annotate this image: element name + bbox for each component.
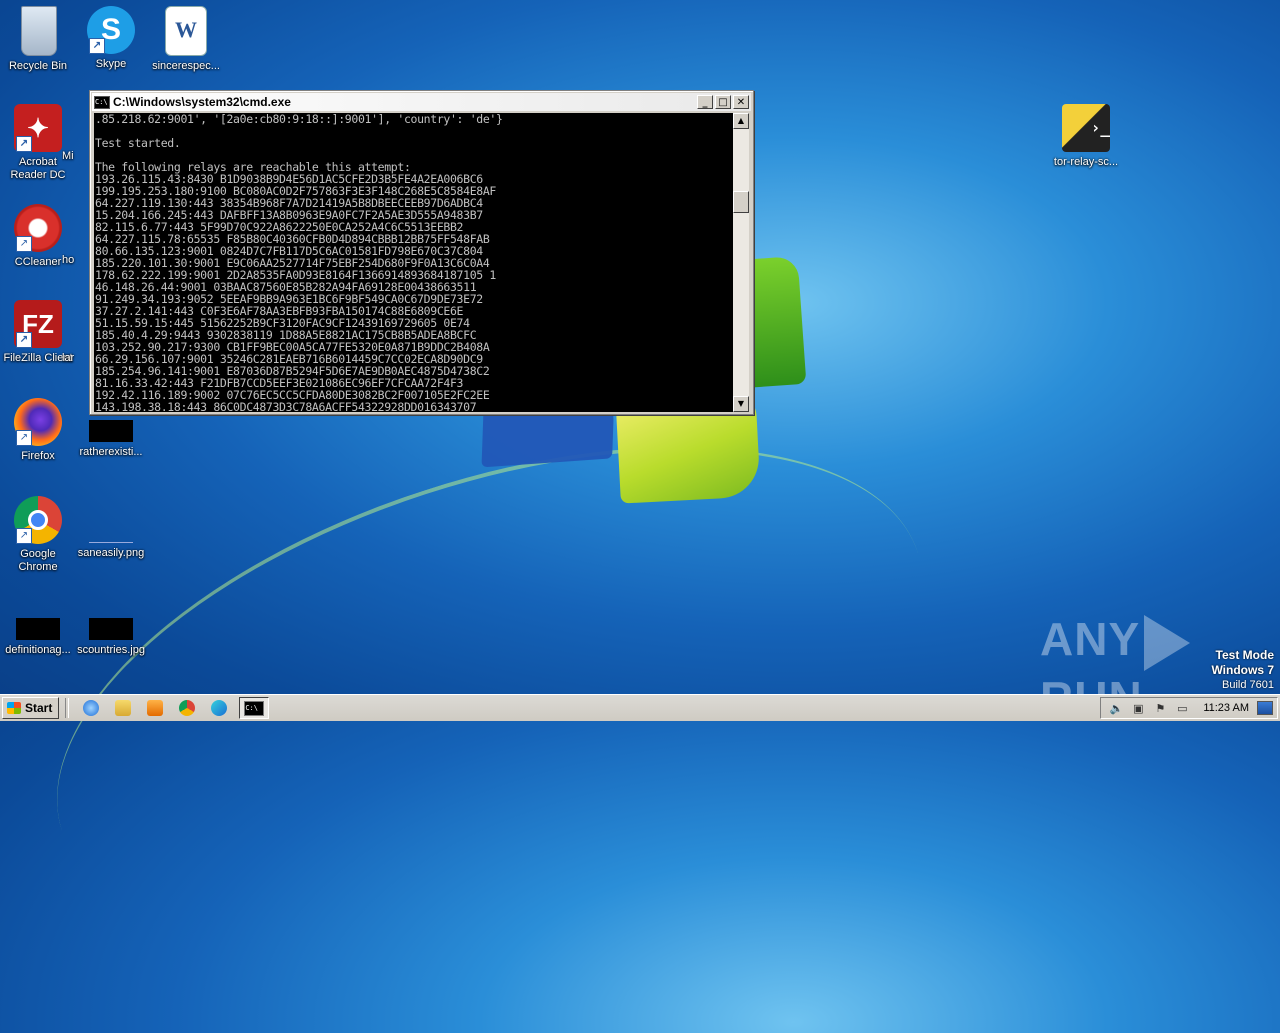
desktop-icon-label: sincerespec... [152,60,220,72]
explorer-icon[interactable] [112,697,134,719]
watermark-text-left: ANY [1040,613,1141,665]
build-line: Build 7601 [1222,679,1274,691]
desktop-icon-tor-relay-script[interactable]: ›_ tor-relay-sc... [1048,104,1124,169]
desktop-icon-saneasily[interactable]: saneasily.png [73,506,149,560]
desktop-icon-chrome[interactable]: ↗ Google Chrome [0,496,76,574]
close-button[interactable]: ✕ [733,95,749,109]
scroll-down-arrow-icon[interactable]: ▼ [733,396,749,412]
image-file-icon [16,618,60,640]
shortcut-arrow-icon: ↗ [16,332,32,348]
media-player-icon[interactable] [144,697,166,719]
desktop-icon-definitionag[interactable]: definitionag... [0,604,76,657]
desktop-icon-label: Firefox [21,450,55,462]
action-center-flag-icon[interactable]: ⚑ [1153,701,1167,715]
start-button[interactable]: Start [2,697,60,719]
cmd-app-icon: C:\ [94,95,110,109]
console-line: 143.198.38.18:443 86C0DC4873D3C78A6ACFF5… [95,400,477,412]
volume-icon[interactable]: 🔈 [1109,701,1123,715]
python-file-icon: ›_ [1062,104,1110,152]
skype-icon: S ↗ [87,6,135,54]
shortcut-arrow-icon: ↗ [16,528,32,544]
desktop-icon-label: saneasily.png [77,547,145,559]
shortcut-arrow-icon: ↗ [16,430,32,446]
image-file-icon [89,420,133,442]
chrome-icon: ↗ [14,496,62,544]
desktop-icon-label: scountries.jpg [77,644,145,656]
taskbar-separator [65,698,70,718]
taskbar: Start C:\ 🔈 ▣ ⚑ ▭ 11:23 AM [0,694,1280,721]
desktop-icon-label: definitionag... [5,644,71,656]
cmd-window[interactable]: C:\ C:\Windows\system32\cmd.exe _ □ ✕ .8… [89,90,754,415]
cmd-task-icon: C:\ [244,700,265,716]
word-document-icon: W [165,6,207,56]
shortcut-arrow-icon: ↗ [89,38,105,54]
image-file-icon [89,618,133,640]
edge-icon[interactable] [208,697,230,719]
windows-version-line: Windows 7 [1211,663,1274,677]
desktop-icon-label: Recycle Bin [8,60,68,72]
desktop-icon-firefox[interactable]: ↗ Firefox [0,398,76,463]
desktop-icon-partial-ho[interactable]: ho [62,254,88,267]
desktop-icon-acrobat[interactable]: ✦ ↗ Acrobat Reader DC [0,104,76,182]
cmd-task-button[interactable]: C:\ [239,697,270,719]
recycle-bin-icon [21,6,57,56]
cmd-titlebar[interactable]: C:\ C:\Windows\system32\cmd.exe _ □ ✕ [92,93,751,111]
console-line: Test started. [95,136,181,150]
scroll-up-arrow-icon[interactable]: ▲ [733,113,749,129]
desktop-icon-skype[interactable]: S ↗ Skype [73,6,149,71]
internet-explorer-icon[interactable] [80,697,102,719]
clock[interactable]: 11:23 AM [1203,702,1249,714]
filezilla-icon: FZ ↗ [14,300,62,348]
ccleaner-icon: ↗ [14,204,62,252]
minimize-button[interactable]: _ [697,95,713,109]
play-triangle-icon [1144,614,1191,671]
test-mode-line: Test Mode [1215,648,1274,662]
desktop-icon-label: Google Chrome [18,548,58,573]
desktop-icon-label: tor-relay-sc... [1053,156,1119,168]
word-glyph: W [175,17,197,42]
desktop-icon-label: Mi [62,150,74,162]
vertical-scrollbar[interactable]: ▲ ▼ [733,113,749,412]
firefox-icon: ↗ [14,398,62,446]
shortcut-arrow-icon: ↗ [16,136,32,152]
power-icon[interactable]: ▭ [1175,701,1189,715]
windows-logo-icon [7,702,21,714]
shortcut-arrow-icon: ↗ [16,236,32,252]
image-file-icon [89,520,133,543]
start-label: Start [25,701,53,715]
desktop-icon-label: lar [62,352,75,364]
desktop-icon-recycle-bin[interactable]: Recycle Bin [0,6,76,73]
desktop-icon-word-doc[interactable]: W sincerespec... [148,6,224,73]
desktop-icon-partial-lar[interactable]: lar [62,352,88,365]
acrobat-icon: ✦ ↗ [14,104,62,152]
system-tray: 🔈 ▣ ⚑ ▭ 11:23 AM [1100,697,1278,719]
console-output[interactable]: .85.218.62:9001', '[2a0e:cb80:9:18::]:90… [94,113,734,412]
desktop-icon-label: ho [62,254,75,266]
desktop-icon-scountries[interactable]: scountries.jpg [73,604,149,657]
show-desktop-icon[interactable] [1257,701,1273,715]
scroll-thumb[interactable] [733,191,749,213]
cmd-window-title: C:\Windows\system32\cmd.exe [113,95,291,109]
network-icon[interactable]: ▣ [1131,701,1145,715]
chrome-taskbar-icon[interactable] [176,697,198,719]
test-mode-notice: Test Mode Windows 7 Build 7601 [1211,648,1274,693]
maximize-button[interactable]: □ [715,95,731,109]
desktop-icon-partial-mi[interactable]: Mi [62,150,88,163]
console-line: .85.218.62:9001', '[2a0e:cb80:9:18::]:90… [95,113,503,126]
desktop-icon-label: ratherexisti... [79,446,143,458]
desktop-icon-label: Skype [95,58,127,70]
